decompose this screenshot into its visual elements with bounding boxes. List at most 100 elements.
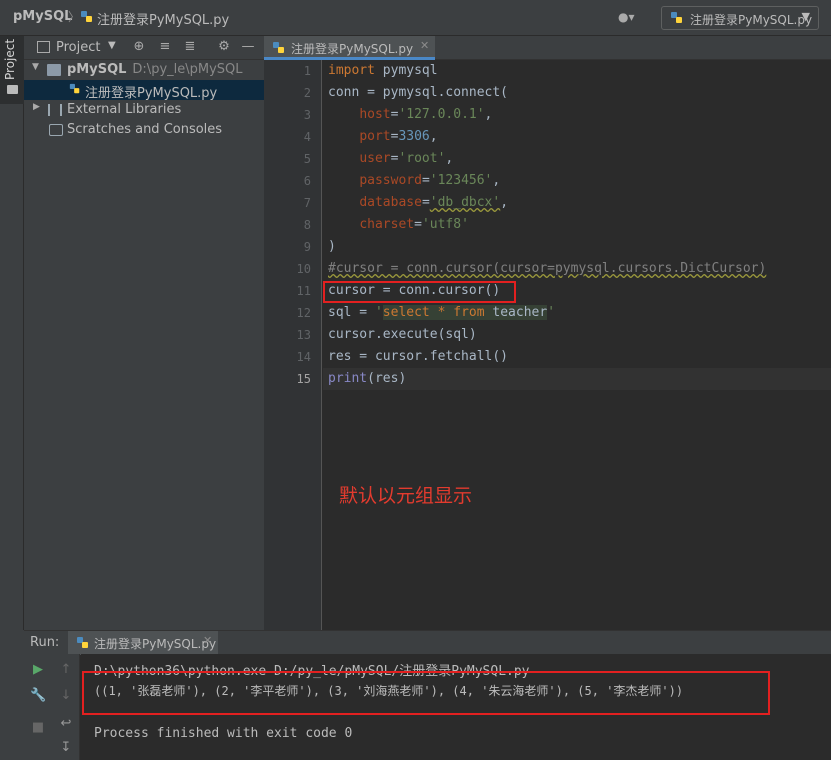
code-line: res = cursor.fetchall()	[328, 349, 509, 364]
tree-item-project-root[interactable]: ▼ pMySQL D:\py_le\pMySQL	[24, 60, 264, 80]
expand-icon[interactable]: ≣	[182, 39, 198, 55]
project-panel-header: Project ▼ ⊕ ≡ ≣ ⚙ —	[24, 36, 264, 60]
tree-item-external-libraries[interactable]: ▶ External Libraries	[24, 100, 264, 120]
collapse-icon[interactable]: ≡	[157, 39, 173, 55]
line-number-current: 15	[296, 372, 311, 386]
minimize-icon[interactable]: —	[240, 39, 256, 55]
project-tool-tab-label: Project	[3, 38, 17, 80]
wrench-icon[interactable]: 🔧	[30, 688, 46, 704]
project-root-name: pMySQL	[67, 62, 127, 77]
folder-icon	[47, 64, 61, 76]
line-number: 4	[303, 130, 311, 144]
string-literal: 'db_dbcx'	[429, 195, 501, 210]
line-number: 6	[303, 174, 311, 188]
breadcrumb-file[interactable]: 注册登录PyMySQL.py	[97, 9, 229, 28]
project-panel: Project ▼ ⊕ ≡ ≣ ⚙ — ▼ pMySQL D:\py_le\pMy…	[24, 36, 264, 630]
highlight-box	[82, 671, 770, 715]
tree-item-label: 注册登录PyMySQL.py	[85, 86, 218, 101]
tree-item-label: External Libraries	[67, 102, 182, 117]
close-icon[interactable]: ✕	[420, 39, 429, 52]
parameter: database	[359, 195, 422, 210]
editor-tab-active[interactable]: 注册登录PyMySQL.py ✕	[264, 36, 435, 60]
line-number: 9	[303, 240, 311, 254]
code-line: print(res)	[328, 368, 406, 390]
annotation-text: 默认以元组显示	[339, 485, 473, 507]
sql-injection: select * from teacher	[382, 305, 548, 320]
arrow-down-icon[interactable]: ↓	[58, 688, 74, 704]
gear-icon[interactable]: ⚙	[216, 39, 232, 55]
navigation-bar: pMySQL 〉 注册登录PyMySQL.py ●▾ 注册登录PyMySQL.p…	[0, 0, 831, 36]
number-literal: 3306	[398, 129, 430, 144]
project-view-selector[interactable]: Project	[56, 40, 100, 55]
string-literal: '	[374, 305, 383, 320]
code-line: user='root',	[359, 151, 454, 166]
project-tool-tab[interactable]: Project	[0, 36, 24, 104]
chevron-down-icon: ▼	[801, 10, 810, 23]
run-icon[interactable]: ▶	[30, 662, 46, 678]
close-icon[interactable]: ✕	[203, 634, 212, 647]
code-line: sql = 'select * from teacher'	[328, 302, 555, 324]
code-line: host='127.0.0.1',	[359, 107, 493, 122]
parameter: user	[359, 151, 391, 166]
code-editor[interactable]: import pymysql conn = pymysql.connect( h…	[323, 60, 831, 630]
sql-keyword: from	[453, 305, 485, 320]
code-text: pymysql	[374, 63, 438, 78]
target-icon[interactable]: ⊕	[131, 39, 147, 55]
scroll-end-icon[interactable]: ↧	[58, 740, 74, 756]
code-line: password='123456',	[359, 173, 501, 188]
soft-wrap-icon[interactable]: ↩	[58, 716, 74, 732]
python-file-icon	[77, 637, 88, 648]
run-tab-label: 注册登录PyMySQL.py	[94, 637, 217, 651]
code-line: conn = pymysql.connect(	[328, 85, 509, 100]
parameter: charset	[359, 217, 415, 232]
code-line: charset='utf8'	[359, 217, 469, 232]
run-toolbar: ▶ ↑ 🔧 ↓ ■ ↩ ↧	[24, 654, 80, 760]
code-text: sql =	[328, 305, 375, 320]
line-number: 10	[296, 262, 311, 276]
parameter: password	[359, 173, 422, 188]
line-number: 13	[296, 328, 311, 342]
python-file-icon	[273, 42, 284, 53]
line-number: 11	[296, 284, 311, 298]
left-tool-strip: Project	[0, 36, 24, 630]
breadcrumb-separator: 〉	[68, 10, 81, 24]
line-number: 2	[303, 86, 311, 100]
chevron-right-icon[interactable]: ▶	[33, 102, 40, 112]
chevron-down-icon[interactable]: ▼	[32, 62, 39, 72]
folder-icon	[7, 85, 18, 94]
run-panel-label: Run:	[30, 635, 60, 650]
string-literal: 'utf8'	[421, 217, 469, 232]
code-text: (res)	[367, 371, 407, 386]
line-number: 14	[296, 350, 311, 364]
chevron-down-icon[interactable]: ▼	[108, 40, 116, 51]
python-file-icon	[69, 83, 80, 94]
string-literal: '123456'	[429, 173, 493, 188]
library-icon	[48, 104, 62, 116]
stop-icon[interactable]: ■	[30, 720, 46, 736]
editor-tab-label: 注册登录PyMySQL.py	[291, 42, 414, 56]
user-icon[interactable]: ●▾	[618, 10, 640, 26]
code-line: port=3306,	[359, 129, 438, 144]
code-comment: #cursor = conn.cursor(cursor=pymysql.cur…	[328, 261, 767, 276]
builtin-function: print	[328, 371, 368, 386]
python-file-icon	[81, 11, 92, 22]
arrow-up-icon[interactable]: ↑	[58, 662, 74, 678]
run-tab[interactable]: 注册登录PyMySQL.py ✕	[68, 631, 218, 655]
tree-item-label: pMySQL D:\py_le\pMySQL	[67, 62, 243, 77]
sql-keyword: select	[382, 305, 430, 320]
scratch-icon	[49, 124, 63, 136]
tree-item-file[interactable]: 注册登录PyMySQL.py	[24, 80, 264, 101]
editor-tab-bar: 注册登录PyMySQL.py ✕	[264, 36, 831, 60]
string-literal: '	[547, 305, 556, 320]
tree-item-scratches[interactable]: Scratches and Consoles	[24, 120, 264, 140]
code-line: cursor.execute(sql)	[328, 327, 477, 342]
run-configuration-dropdown[interactable]: 注册登录PyMySQL.py ▼	[661, 6, 819, 30]
highlight-box	[323, 281, 516, 303]
python-file-icon	[671, 12, 682, 23]
line-number-gutter: 1 2 3 4 5 6 7 8 9 10 11 12 13 14 15	[264, 60, 322, 630]
bottom-left-strip	[0, 630, 24, 760]
console-exit-line: Process finished with exit code 0	[94, 726, 353, 741]
code-line: )	[328, 239, 336, 254]
breadcrumb-project[interactable]: pMySQL	[13, 9, 72, 24]
string-literal: 'root'	[398, 151, 446, 166]
